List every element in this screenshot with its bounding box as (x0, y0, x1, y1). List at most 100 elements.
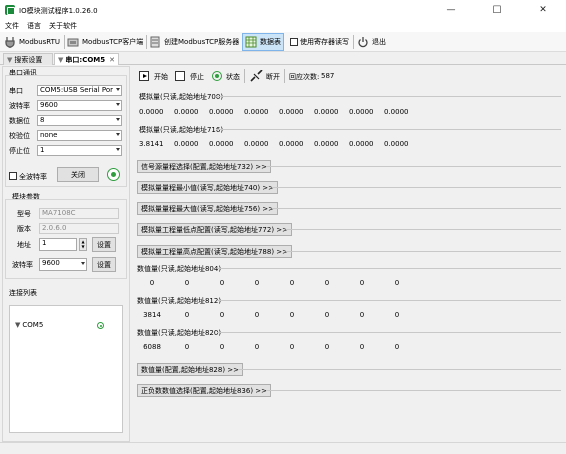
data-table-button[interactable]: 数据表 (242, 33, 284, 51)
disconnect-label[interactable]: 断开 (266, 72, 280, 82)
divider (217, 300, 561, 301)
databits-select[interactable]: 8 (37, 115, 122, 126)
value-cell: 0 (359, 311, 365, 319)
value-cell: 0 (289, 311, 295, 319)
baud-select[interactable]: 9600 (37, 100, 122, 111)
reply-count: 587 (321, 72, 335, 80)
menu-file[interactable]: 文件 (5, 21, 19, 31)
divider (272, 187, 561, 188)
use-register-label: 使用寄存器读写 (300, 38, 349, 46)
value-cell: 0.0000 (384, 108, 409, 116)
status-bar (0, 442, 566, 454)
stop-label: 停止 (190, 73, 204, 81)
pin-icon: ▼ (15, 321, 21, 329)
value-cell: 0 (289, 279, 295, 287)
connection-list-title: 连接列表 (9, 289, 37, 297)
analog-range-max-button[interactable]: 模拟量量程最大值(读写,起始地址756) >> (137, 202, 279, 215)
value-cell: 0 (184, 343, 190, 351)
toolbar-divider (64, 35, 65, 49)
databits-value: 8 (40, 116, 45, 124)
version-field: 2.0.6.0 (39, 223, 119, 234)
digital-config-button[interactable]: 数值量(配置,起始地址828) >> (137, 363, 244, 376)
start-label: 开始 (154, 73, 168, 81)
close-window-button[interactable]: ✕ (520, 0, 566, 20)
divider (216, 96, 561, 97)
value-cell: 3.8141 (139, 140, 164, 148)
modbus-tcp-server-button[interactable]: 创建ModbusTCP服务器 (149, 33, 239, 51)
close-port-button[interactable]: 关闭 (57, 167, 99, 182)
digital-820-title: 数值量(只读,起始地址820) (137, 329, 222, 337)
version-label: 版本 (17, 225, 31, 233)
value-cell: 0 (149, 279, 155, 287)
value-cell: 0 (184, 311, 190, 319)
set-address-button[interactable]: 设置 (92, 237, 116, 252)
divider (244, 69, 245, 83)
use-register-checkbox[interactable] (290, 38, 298, 46)
sign-select-config-button[interactable]: 正负数数值选择(配置,起始地址836) >> (137, 384, 272, 397)
main-window: IO模块测试程序1.0.26.0 — ☐ ✕ 文件 语言 关于软件 Modbus… (0, 0, 566, 454)
tab-label: 串口:COM5 (65, 55, 106, 64)
toolbar-divider (353, 35, 354, 49)
tab-com5[interactable]: ▼ 串口:COM5 ✕ (54, 53, 119, 65)
port-label: 串口 (9, 87, 23, 95)
analog-eng-low-button[interactable]: 模拟量工程量低点配置(读写,起始地址772) >> (137, 223, 293, 236)
value-cell: 0.0000 (314, 140, 339, 148)
baud-value: 9600 (40, 101, 58, 109)
exit-label: 退出 (372, 38, 386, 46)
full-baud-label: 全波特率 (19, 173, 47, 181)
menu-bar (0, 20, 566, 32)
start-button[interactable] (139, 71, 149, 81)
address-input[interactable]: 1 (39, 238, 77, 251)
module-baud-label: 波特率 (12, 261, 33, 269)
exit-button[interactable]: 退出 (357, 33, 386, 51)
value-cell: 0 (184, 279, 190, 287)
close-tab-icon[interactable]: ✕ (109, 56, 115, 64)
parity-select[interactable]: none (37, 130, 122, 141)
full-baud-checkbox[interactable] (9, 172, 17, 180)
value-cell: 0.0000 (139, 108, 164, 116)
value-cell: 0.0000 (244, 140, 269, 148)
digital-812-values: 3814 0 0 0 0 0 0 0 (139, 311, 559, 321)
port-select[interactable]: COM5:USB Serial Por (37, 85, 122, 96)
address-spinner[interactable]: ▲ ▼ (79, 238, 87, 251)
menu-about[interactable]: 关于软件 (49, 21, 77, 31)
value-cell: 3814 (143, 311, 161, 319)
connection-name: COM5 (22, 321, 44, 329)
value-cell: 0 (394, 311, 400, 319)
connection-item-com5[interactable]: ▼ COM5 (15, 321, 43, 329)
baud-label: 波特率 (9, 102, 30, 110)
value-cell: 0 (254, 279, 260, 287)
value-cell: 0 (254, 311, 260, 319)
stopbits-select[interactable]: 1 (37, 145, 122, 156)
digital-812-title: 数值量(只读,起始地址812) (137, 297, 222, 305)
play-icon (142, 73, 147, 78)
menu-language[interactable]: 语言 (27, 21, 41, 31)
value-cell: 0.0000 (349, 108, 374, 116)
stop-checkbox[interactable] (175, 71, 185, 81)
value-cell: 0 (254, 343, 260, 351)
divider (286, 251, 561, 252)
maximize-button[interactable]: ☐ (474, 0, 520, 20)
disconnect-icon[interactable] (250, 69, 263, 84)
value-cell: 0 (219, 279, 225, 287)
modbus-tcp-client-button[interactable]: ModbusTCP客户端 (67, 33, 143, 51)
module-baud-select[interactable]: 9600 (39, 258, 87, 271)
value-cell: 0.0000 (279, 140, 304, 148)
modbus-rtu-button[interactable]: ModbusRTU (4, 33, 60, 51)
analog-eng-high-button[interactable]: 模拟量工程量高点配置(读写,起始地址788) >> (137, 245, 293, 258)
chevron-down-icon (116, 103, 120, 106)
server-icon (149, 36, 161, 48)
minimize-button[interactable]: — (428, 0, 474, 20)
signal-range-config-button[interactable]: 信号源量程选择(配置,起始地址732) >> (137, 160, 272, 173)
set-baud-button[interactable]: 设置 (92, 257, 116, 272)
value-cell: 0.0000 (349, 140, 374, 148)
address-label: 地址 (17, 241, 31, 249)
value-cell: 0.0000 (314, 108, 339, 116)
model-label: 型号 (17, 210, 31, 218)
pin-icon: ▼ (7, 55, 13, 64)
table-icon (245, 36, 257, 48)
analog-range-min-button[interactable]: 模拟量量程最小值(读写,起始地址740) >> (137, 181, 279, 194)
plug-icon (4, 36, 16, 48)
window-title: IO模块测试程序1.0.26.0 (19, 7, 98, 15)
tab-search-settings[interactable]: ▼ 搜索设置 (3, 53, 53, 65)
